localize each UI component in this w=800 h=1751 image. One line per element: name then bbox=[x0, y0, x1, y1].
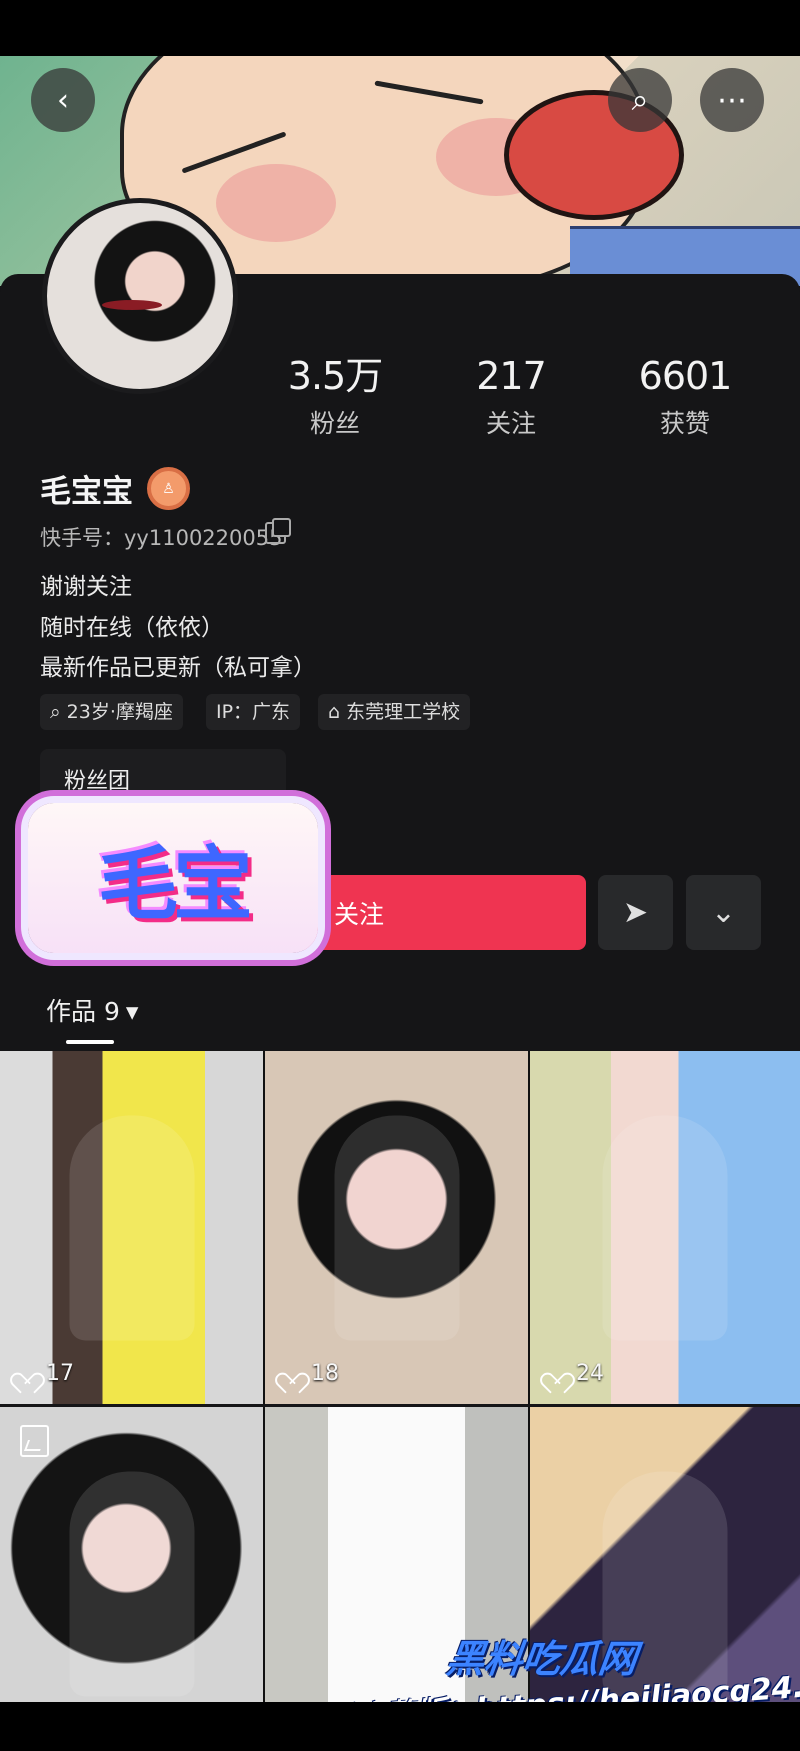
back-button[interactable]: ‹ bbox=[31, 68, 95, 132]
back-icon: ‹ bbox=[57, 82, 69, 118]
likes-label: 获赞 bbox=[659, 409, 710, 438]
portrait-thumbnail bbox=[334, 1115, 459, 1340]
works-grid: 17 18 24 9 21 bbox=[0, 1051, 800, 1702]
search-button[interactable]: ⌕ bbox=[608, 68, 672, 132]
verified-badge-icon: ♙ bbox=[147, 467, 190, 510]
chevron-down-icon: ⌄ bbox=[710, 895, 737, 930]
portrait-thumbnail bbox=[602, 1115, 728, 1340]
like-count: 18 bbox=[281, 1361, 339, 1386]
work-thumbnail[interactable]: 18 bbox=[265, 1051, 530, 1404]
school-chip[interactable]: ⌂ 东莞理工学校 bbox=[318, 694, 471, 730]
heart-icon bbox=[16, 1364, 38, 1384]
portrait-thumbnail bbox=[69, 1115, 194, 1340]
fan-group-title: 粉丝团 bbox=[64, 769, 131, 794]
like-count: 17 bbox=[16, 1361, 74, 1386]
cover-cheek-left bbox=[216, 164, 336, 242]
fans-count: 3.5万 bbox=[287, 354, 383, 398]
portrait-thumbnail bbox=[69, 1471, 194, 1696]
work-thumbnail[interactable]: 17 bbox=[0, 1051, 265, 1404]
avatar[interactable] bbox=[42, 198, 238, 394]
age-zodiac-chip[interactable]: ⌕ 23岁·摩羯座 bbox=[40, 694, 183, 730]
profile-name: 毛宝宝 bbox=[40, 474, 133, 510]
works-tab[interactable]: 作品 9 ▾ bbox=[40, 992, 138, 1028]
message-button[interactable]: ➤ bbox=[598, 875, 673, 950]
bio-line: 谢谢关注 bbox=[40, 574, 132, 600]
image-icon bbox=[20, 1425, 49, 1457]
likes-stat[interactable]: 6601 获赞 bbox=[610, 354, 760, 440]
profile-page: ‹ ⌕ ⋯ 3.5万 粉丝 217 关注 6601 获赞 毛宝宝 ♙ 快手号：y… bbox=[0, 56, 800, 1702]
following-count: 217 bbox=[476, 354, 547, 398]
heart-icon bbox=[546, 1364, 568, 1384]
work-thumbnail[interactable]: 9 bbox=[0, 1407, 265, 1702]
heart-icon bbox=[281, 1364, 303, 1384]
works-tab-indicator bbox=[66, 1040, 114, 1044]
watermark: 黑料吃瓜网 看完整版：https://heiliaocg24.com bbox=[325, 1628, 800, 1702]
following-stat[interactable]: 217 关注 bbox=[436, 354, 586, 440]
works-tab-label: 作品 9 bbox=[46, 997, 120, 1026]
kuaishou-id[interactable]: 快手号：yy1100220055 bbox=[40, 522, 282, 552]
search-icon: ⌕ bbox=[631, 82, 649, 118]
bio-line: 最新作品已更新（私可拿） bbox=[40, 655, 316, 681]
following-label: 关注 bbox=[485, 409, 536, 438]
follow-label: 关注 bbox=[333, 899, 384, 929]
eye-line-right bbox=[374, 80, 484, 105]
fans-label: 粉丝 bbox=[309, 409, 360, 438]
work-thumbnail[interactable]: 24 bbox=[530, 1051, 800, 1404]
profile-name-row: 毛宝宝 ♙ bbox=[40, 466, 190, 511]
works-dropdown-icon: ▾ bbox=[125, 997, 139, 1026]
ip-chip[interactable]: IP：广东 bbox=[206, 694, 301, 730]
more-icon: ⋯ bbox=[717, 82, 747, 118]
nickname-sticker: 毛宝 bbox=[28, 803, 318, 953]
send-icon: ➤ bbox=[622, 895, 649, 930]
likes-count: 6601 bbox=[638, 354, 733, 398]
fans-stat[interactable]: 3.5万 粉丝 bbox=[260, 354, 410, 440]
more-options-button[interactable]: ⌄ bbox=[686, 875, 761, 950]
like-count: 24 bbox=[546, 1361, 604, 1386]
bio-line: 随时在线（依依） bbox=[40, 615, 224, 641]
copy-icon[interactable] bbox=[265, 518, 291, 544]
more-button[interactable]: ⋯ bbox=[700, 68, 764, 132]
